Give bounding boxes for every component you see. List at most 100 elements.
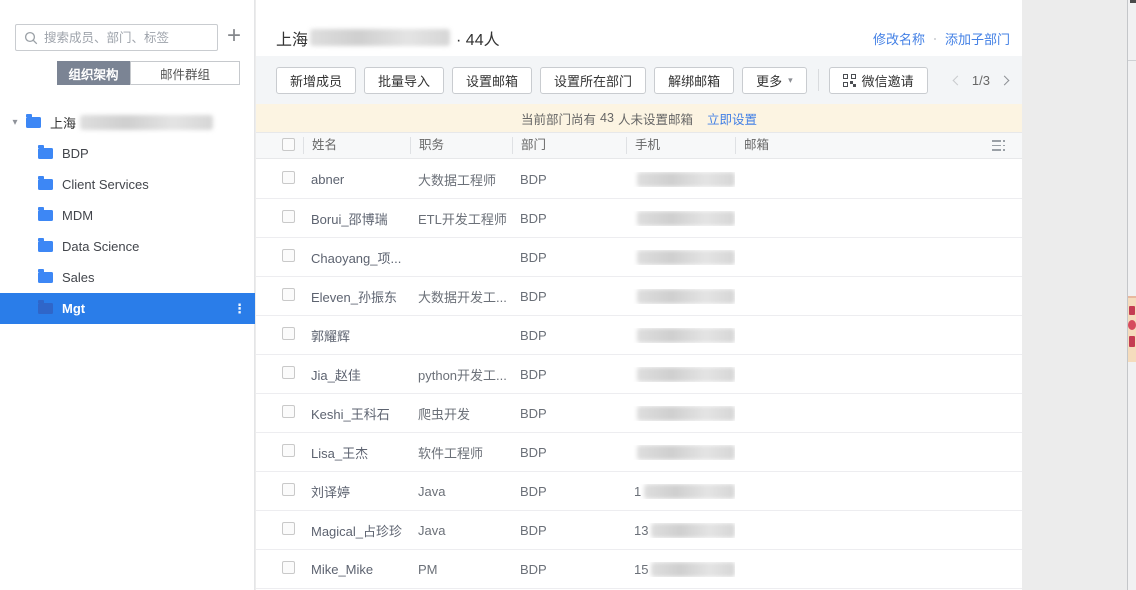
phone-prefix: 1 [634,484,641,499]
row-checkbox[interactable] [282,561,295,574]
row-checkbox[interactable] [282,288,295,301]
column-header-phone: 手机 [626,137,735,154]
add-subdepartment-link[interactable]: 添加子部门 [945,29,1010,48]
member-dept: BDP [512,562,626,577]
column-header-email: 邮箱 [735,137,988,154]
search-input[interactable] [44,31,209,45]
window-corner-mark [1130,0,1136,3]
tab-org-structure[interactable]: 组织架构 [57,61,130,85]
row-checkbox[interactable] [282,366,295,379]
column-settings-icon[interactable] [992,140,1022,151]
row-checkbox[interactable] [282,171,295,184]
search-box[interactable] [15,24,218,51]
table-row[interactable]: Magical_占珍珍 Java BDP 13 [256,511,1022,550]
member-dept: BDP [512,172,626,187]
redacted-phone [644,484,735,499]
unbind-mailbox-button[interactable]: 解绑邮箱 [654,67,734,94]
redacted-phone [637,289,735,304]
header-actions: 修改名称 添加子部门 [873,29,1010,48]
title-prefix: 上海 [276,26,308,50]
promo-text-fragment [1129,306,1135,315]
tab-mail-groups[interactable]: 邮件群组 [130,61,240,85]
notice-text-after: 人未设置邮箱 [618,109,693,128]
more-options-icon[interactable]: ⋮ [233,301,246,317]
column-header-dept: 部门 [512,137,626,154]
desktop-background [1022,0,1136,590]
promo-badge-icon [1128,320,1136,330]
table-row[interactable]: Jia_赵佳 python开发工... BDP [256,355,1022,394]
table-row[interactable]: Chaoyang_项... BDP [256,238,1022,277]
member-dept: BDP [512,523,626,538]
sidebar-tabs: 组织架构 邮件群组 [57,61,240,85]
member-title: 大数据开发工... [410,287,512,306]
set-department-button[interactable]: 设置所在部门 [540,67,646,94]
select-all-checkbox[interactable] [282,138,295,151]
redacted-text [80,115,213,130]
row-checkbox[interactable] [282,405,295,418]
tree-node-root[interactable]: ▾ 上海 [0,107,255,138]
tree-node-client-services[interactable]: Client Services [0,169,255,200]
table-row[interactable]: Lisa_王杰 软件工程师 BDP [256,433,1022,472]
notice-count: 43 [600,111,614,125]
add-icon[interactable]: + [221,21,247,51]
member-dept: BDP [512,328,626,343]
set-mailbox-button[interactable]: 设置邮箱 [452,67,532,94]
set-now-link[interactable]: 立即设置 [707,109,757,128]
member-title: 大数据工程师 [410,170,512,189]
member-dept: BDP [512,367,626,382]
caret-down-icon[interactable]: ▾ [8,117,22,128]
wechat-invite-label: 微信邀请 [862,71,914,90]
row-checkbox[interactable] [282,444,295,457]
table-row[interactable]: Eleven_孙振东 大数据开发工... BDP [256,277,1022,316]
more-dropdown-button[interactable]: 更多 ▾ [742,67,807,94]
member-title: Java [410,484,512,499]
row-checkbox[interactable] [282,210,295,223]
qr-code-icon [843,74,856,87]
tree-node-data-science[interactable]: Data Science [0,231,255,262]
member-title: 爬虫开发 [410,404,512,423]
tree-node-label: 上海 [50,113,76,132]
tree-node-mdm[interactable]: MDM [0,200,255,231]
row-checkbox[interactable] [282,483,295,496]
phone-prefix: 13 [634,523,648,538]
table-row[interactable]: abner 大数据工程师 BDP [256,160,1022,199]
rename-link[interactable]: 修改名称 [873,29,925,48]
folder-icon [38,148,53,159]
adjacent-window-edge [1127,0,1136,590]
row-checkbox[interactable] [282,327,295,340]
add-member-button[interactable]: 新增成员 [276,67,356,94]
table-row[interactable]: Keshi_王科石 爬虫开发 BDP [256,394,1022,433]
member-name: Keshi_王科石 [303,404,410,423]
tree-node-mgt[interactable]: Mgt ⋮ [0,293,255,324]
row-checkbox[interactable] [282,249,295,262]
table-row[interactable]: Mike_Mike PM BDP 15 [256,550,1022,589]
tree-node-sales[interactable]: Sales [0,262,255,293]
tree-node-label: Data Science [62,239,139,254]
member-name: Lisa_王杰 [303,443,410,462]
member-name: Chaoyang_项... [303,248,410,267]
tree-node-label: Client Services [62,177,149,192]
chevron-right-icon[interactable] [1000,75,1010,85]
department-tree: ▾ 上海 BDP Client Services MDM Data Scienc… [0,107,255,324]
member-dept: BDP [512,484,626,499]
department-header: 上海 · 44人 修改名称 添加子部门 [256,0,1022,56]
member-name: Eleven_孙振东 [303,287,410,306]
member-count: · 44人 [456,26,500,50]
search-icon [24,31,38,45]
member-name: Jia_赵佳 [303,365,410,384]
redacted-phone [637,328,735,343]
wechat-invite-button[interactable]: 微信邀请 [829,67,928,94]
member-table: abner 大数据工程师 BDP Borui_邵博瑞 ETL开发工程师 BDP … [256,160,1022,589]
table-row[interactable]: Borui_邵博瑞 ETL开发工程师 BDP [256,199,1022,238]
page-title: 上海 · 44人 [276,26,500,50]
member-dept: BDP [512,211,626,226]
table-row[interactable]: 刘译婷 Java BDP 1 [256,472,1022,511]
row-checkbox[interactable] [282,522,295,535]
tree-node-bdp[interactable]: BDP [0,138,255,169]
batch-import-button[interactable]: 批量导入 [364,67,444,94]
main-panel: 上海 · 44人 修改名称 添加子部门 新增成员 批量导入 设置邮箱 设置所在部… [256,0,1022,590]
folder-icon [38,179,53,190]
member-name: abner [303,172,410,187]
chevron-left-icon[interactable] [952,75,962,85]
table-row[interactable]: 郭耀辉 BDP [256,316,1022,355]
